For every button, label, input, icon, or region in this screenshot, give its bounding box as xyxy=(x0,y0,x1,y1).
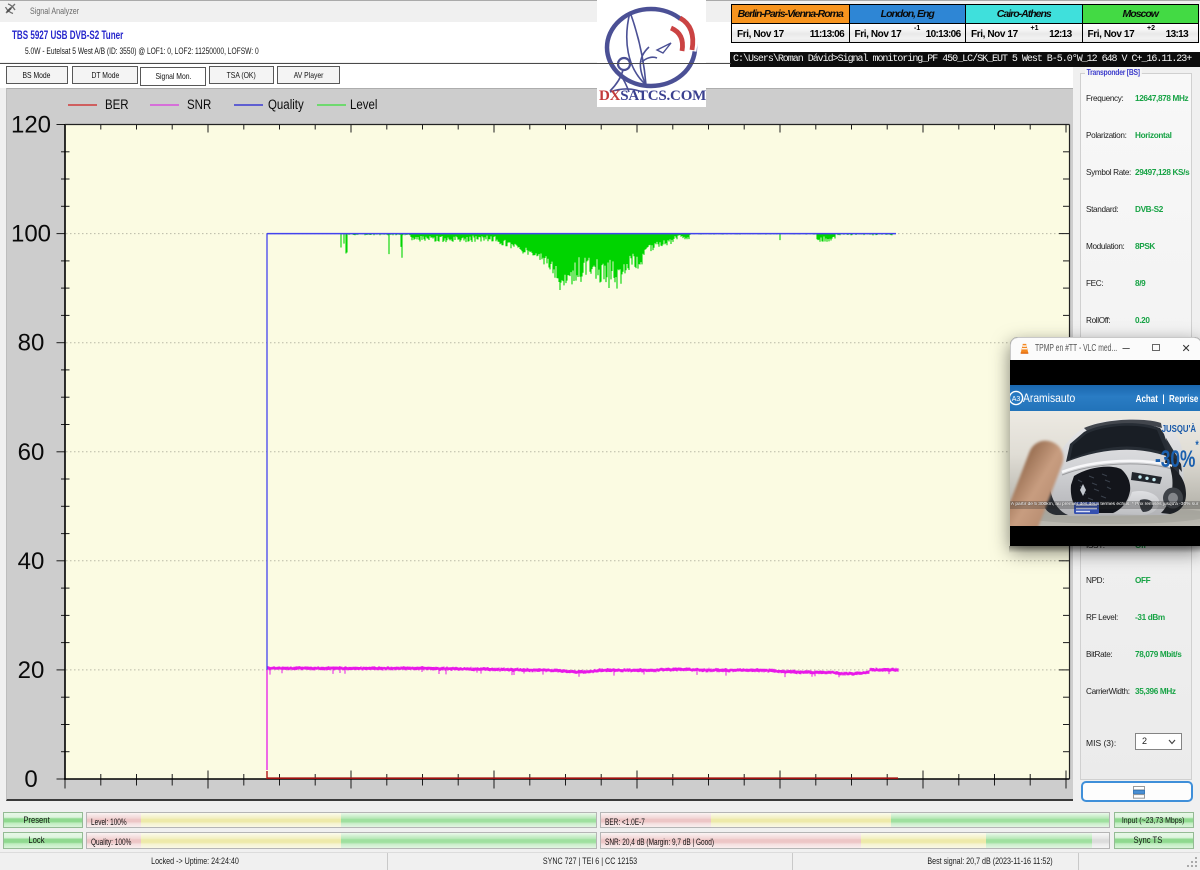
svg-text:DXSATCS.COM: DXSATCS.COM xyxy=(599,88,706,104)
svg-text:A3: A3 xyxy=(1011,396,1020,403)
